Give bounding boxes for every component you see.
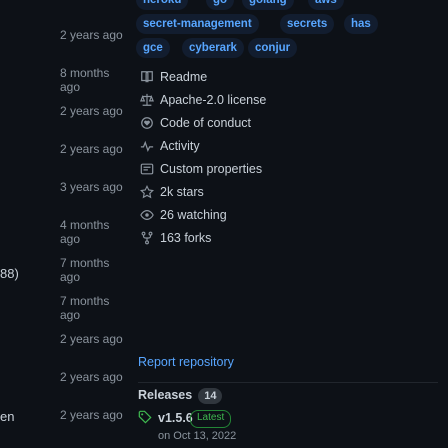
eye-icon	[138, 206, 156, 224]
topic-tag[interactable]: go	[206, 0, 235, 10]
custom-properties-icon	[138, 160, 156, 178]
commit-time: 3 years ago	[60, 180, 123, 194]
topic-tag[interactable]: cyberark	[182, 38, 244, 58]
stars-link[interactable]: 2k stars	[138, 183, 438, 203]
custom-properties-link[interactable]: Custom properties	[138, 160, 438, 180]
topic-tag[interactable]: heroku	[136, 0, 189, 10]
forks-link[interactable]: 163 forks	[138, 229, 438, 249]
watching-label: 26 watching	[160, 208, 227, 222]
code-of-conduct-link[interactable]: Code of conduct	[138, 114, 438, 134]
watching-link[interactable]: 26 watching	[138, 206, 438, 226]
forks-label: 163 forks	[160, 231, 212, 245]
commit-time: 8 months ago	[60, 66, 110, 94]
report-repository-link[interactable]: Report repository	[138, 355, 234, 369]
commit-time: 2 years ago	[60, 142, 123, 156]
repo-sidebar: heroku go golang aws secret-management s…	[136, 0, 448, 448]
pulse-icon	[138, 137, 156, 155]
topic-tag[interactable]: secret-management	[136, 14, 259, 34]
commit-times-column: 88) en 2 years ago 8 months ago 2 years …	[0, 0, 128, 448]
releases-title: Releases	[138, 388, 193, 402]
topic-tag[interactable]: conjur	[248, 38, 298, 58]
topic-tag[interactable]: golang	[242, 0, 294, 10]
stars-label: 2k stars	[160, 185, 204, 199]
scale-icon	[138, 91, 156, 109]
release-version: v1.5.6	[158, 411, 193, 425]
commit-time: 7 months ago	[60, 294, 110, 322]
topic-tag[interactable]: secrets	[280, 14, 335, 34]
commit-time: 2 years ago	[60, 104, 123, 118]
topics-list: heroku go golang aws secret-management s…	[136, 0, 448, 60]
readme-link[interactable]: Readme	[138, 68, 438, 88]
topic-tag[interactable]: has	[344, 14, 378, 34]
book-icon	[138, 68, 156, 86]
topic-tag[interactable]: gce	[136, 38, 170, 58]
divider	[138, 382, 438, 383]
commit-time: 2 years ago	[60, 332, 123, 346]
star-icon	[138, 183, 156, 201]
commit-time: 7 months ago	[60, 256, 110, 284]
releases-heading[interactable]: Releases 14	[138, 388, 223, 404]
activity-label: Activity	[160, 139, 200, 153]
commit-time: 2 years ago	[60, 408, 123, 422]
heart-icon	[138, 114, 156, 132]
license-label: Apache-2.0 license	[160, 93, 267, 107]
topic-tag[interactable]: aws	[308, 0, 344, 10]
commit-time: 2 years ago	[60, 370, 123, 384]
license-link[interactable]: Apache-2.0 license	[138, 91, 438, 111]
fork-icon	[138, 229, 156, 247]
activity-link[interactable]: Activity	[138, 137, 438, 157]
readme-label: Readme	[160, 70, 208, 84]
code-of-conduct-label: Code of conduct	[160, 116, 252, 130]
commit-time: 2 years ago	[60, 28, 123, 42]
custom-properties-label: Custom properties	[160, 162, 263, 176]
commit-time: 4 months ago	[60, 218, 110, 246]
releases-count-badge: 14	[198, 388, 223, 404]
truncated-text: 88)	[0, 266, 19, 281]
latest-release[interactable]: v1.5.6 Latest	[138, 408, 438, 428]
latest-badge: Latest	[190, 410, 232, 428]
release-date: on Oct 13, 2022	[158, 430, 237, 442]
truncated-text: en	[0, 409, 15, 424]
tag-icon	[138, 410, 152, 427]
